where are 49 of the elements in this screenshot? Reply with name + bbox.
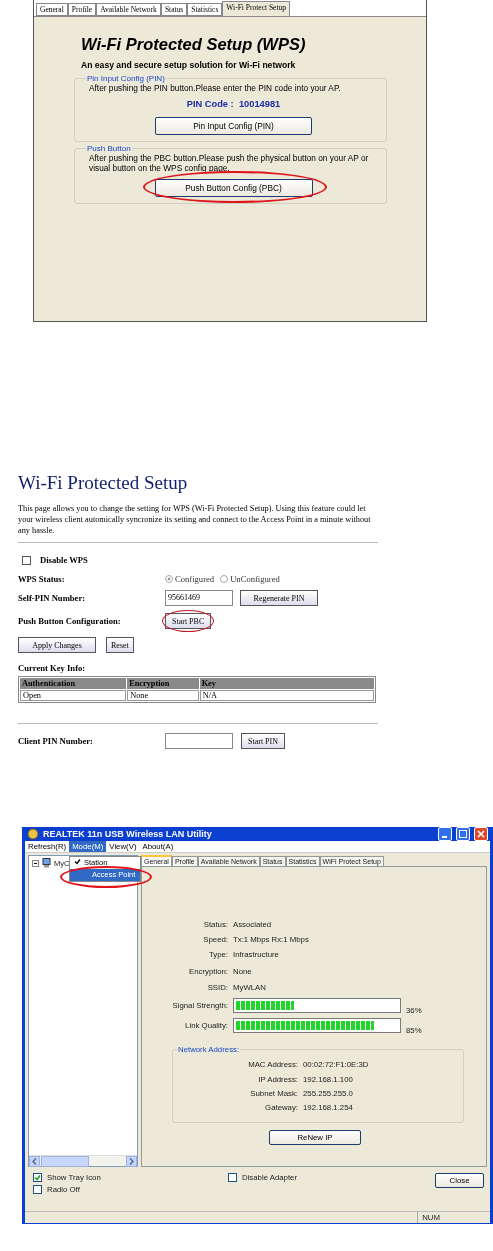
client-pin-field[interactable] [165,733,233,749]
checkbox[interactable] [22,555,31,565]
field-label: Push Button Configuration: [18,616,122,626]
radio-button[interactable] [165,575,173,583]
maximize-icon [459,830,467,838]
checkbox-label: Disable WPS [40,555,89,565]
checkbox[interactable] [33,1185,42,1194]
config-button[interactable]: Push Button Config (PBC) [154,179,313,197]
close-icon [477,830,485,838]
checkbox[interactable] [228,1173,237,1182]
scrollbar[interactable] [29,1155,137,1166]
app-icon [27,828,39,840]
radio-label: UnConfigured [230,574,280,584]
column-header: Encryption [127,678,199,689]
minimize-button[interactable] [438,827,452,841]
checkbox[interactable] [33,1173,42,1182]
field-label: WPS Status: [18,574,66,584]
collapse-icon[interactable] [32,859,39,867]
panel-subtitle: An easy and secure setup solution for Wi-Fi network [81,60,297,70]
close-button[interactable] [474,827,488,841]
form-button[interactable]: Reset [106,637,134,653]
section-label: Current Key Info: [18,663,87,673]
pin-code-text: PIN Code : 10014981 [185,99,282,109]
radio-label: Configured [175,574,215,584]
window-title: REALTEK 11n USB Wireless LAN Utility [43,829,213,839]
check-icon [34,1174,41,1181]
pin-input-field[interactable]: 95661469 [165,590,233,606]
start-pbc-button[interactable]: Start PBC [165,613,212,629]
field-label: Self-PIN Number: [18,593,87,603]
page-description: This page allows you to change the setting for WPS (Wi-Fi Protected Setup). Using this feature could let your wireless client automically syncronize its setting and connect to the Access Point in a minute without any hassle. [18,503,372,536]
page-title: Wi-Fi Protected Setup [18,472,189,494]
table-cell: None [127,690,199,701]
group-legend: Push Button [86,144,132,153]
config-button[interactable]: Pin Input Config (PIN) [155,117,312,135]
check-icon [74,858,81,865]
computer-icon [42,858,51,868]
regenerate-pin-button[interactable]: Regenerate PIN [240,590,318,606]
panel-title: Wi-Fi Protected Setup (WPS) [81,35,307,54]
table-cell: N/A [199,690,374,701]
column-header: Key [199,678,374,689]
group-text: After pushing the PIN button.Please enter the PIN code into your AP. [89,83,342,93]
start-pin-button[interactable]: Start PIN [241,733,285,749]
radio-button[interactable] [220,575,229,583]
field-label: Client PIN Number: [18,736,94,746]
group-legend: Pin Input Config (PIN) [86,74,166,83]
maximize-button[interactable] [456,827,470,841]
form-button[interactable]: Apply Changes [18,637,96,653]
table-cell: Open [20,690,127,701]
column-header: Authentication [20,678,127,689]
